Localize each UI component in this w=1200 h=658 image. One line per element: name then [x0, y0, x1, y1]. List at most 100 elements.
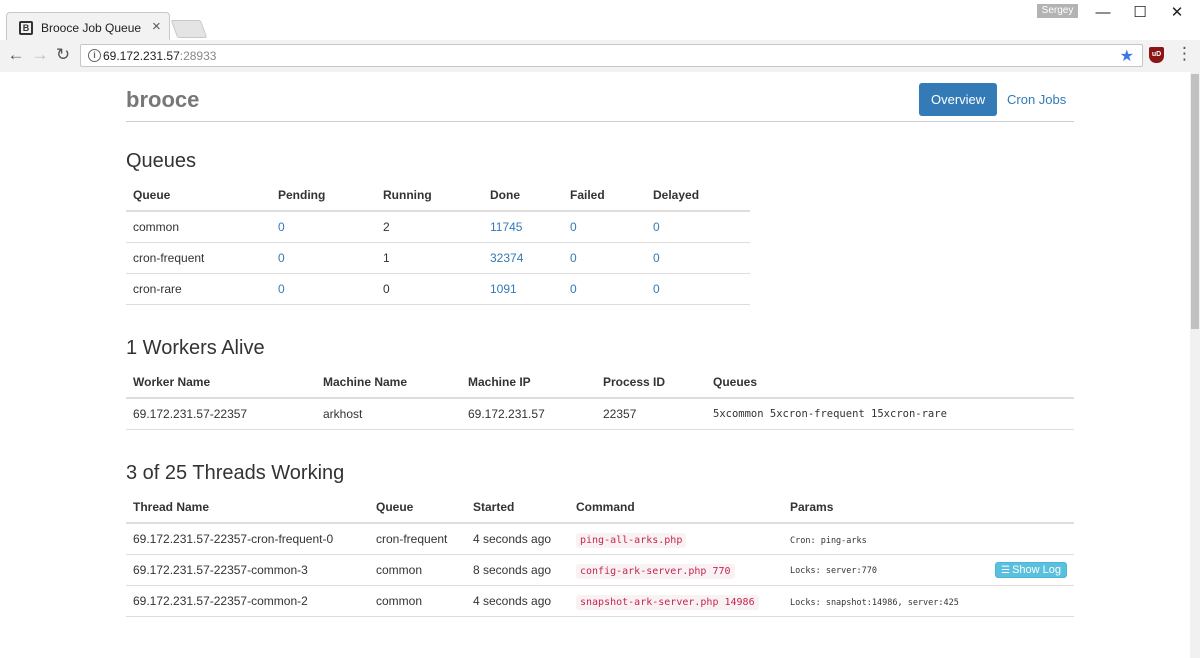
- header-divider: [126, 121, 1074, 122]
- machine-ip: 69.172.231.57: [461, 398, 596, 430]
- minimize-icon[interactable]: —: [1085, 3, 1121, 23]
- show-log-button[interactable]: ☰ Show Log: [995, 561, 1067, 578]
- table-row: 69.172.231.57-22357-cron-frequent-0 cron…: [126, 523, 1074, 555]
- thread-started: 4 seconds ago: [466, 585, 569, 617]
- column-header: Command: [569, 492, 783, 524]
- thread-command: ping-all-arks.php: [576, 532, 687, 548]
- window-close-icon[interactable]: ✕: [1159, 3, 1195, 23]
- delayed-count-link[interactable]: 0: [646, 242, 750, 274]
- url-text: 69.172.231.57:28933: [103, 49, 216, 63]
- column-header: Machine IP: [461, 367, 596, 399]
- address-bar[interactable]: i 69.172.231.57:28933 ★: [80, 44, 1143, 67]
- running-count: 2: [376, 211, 483, 243]
- failed-count-link[interactable]: 0: [563, 273, 646, 305]
- column-header: Queues: [706, 367, 1074, 399]
- browser-toolbar: ← → ↻ i 69.172.231.57:28933 ★: [0, 40, 1200, 72]
- queues-heading: Queues: [126, 150, 197, 172]
- column-header: Queue: [126, 180, 271, 212]
- failed-count-link[interactable]: 0: [563, 242, 646, 274]
- info-icon[interactable]: i: [88, 49, 101, 62]
- column-header: Process ID: [596, 367, 706, 399]
- done-count-link[interactable]: 11745: [483, 211, 563, 243]
- queue-name: cron-frequent: [126, 242, 271, 274]
- extension-shield-icon[interactable]: uD: [1149, 47, 1164, 63]
- queue-name: cron-rare: [126, 273, 271, 305]
- browser-chrome: B Brooce Job Queue × Sergey — ☐ ✕ ← → ↻ …: [0, 0, 1200, 72]
- delayed-count-link[interactable]: 0: [646, 211, 750, 243]
- new-tab-button[interactable]: [170, 20, 208, 38]
- done-count-link[interactable]: 1091: [483, 273, 563, 305]
- browser-tab[interactable]: B Brooce Job Queue ×: [6, 12, 170, 41]
- scrollbar-thumb[interactable]: [1191, 74, 1199, 329]
- column-header: Thread Name: [126, 492, 369, 524]
- thread-name: 69.172.231.57-22357-cron-frequent-0: [126, 523, 369, 555]
- table-row: 69.172.231.57-22357 arkhost 69.172.231.5…: [126, 398, 1074, 430]
- column-header: Worker Name: [126, 367, 316, 399]
- thread-params-cell: Locks: snapshot:14986, server:425: [783, 585, 1074, 617]
- forward-icon[interactable]: →: [30, 45, 50, 65]
- thread-queue: common: [369, 554, 466, 586]
- running-count: 1: [376, 242, 483, 274]
- workers-heading: 1 Workers Alive: [126, 337, 265, 359]
- bookmark-star-icon[interactable]: ★: [1120, 46, 1134, 66]
- thread-command-cell: config-ark-server.php 770: [569, 554, 783, 586]
- tab-title: Brooce Job Queue: [41, 21, 142, 35]
- reload-icon[interactable]: ↻: [53, 45, 73, 65]
- nav-overview[interactable]: Overview: [919, 83, 998, 116]
- thread-name: 69.172.231.57-22357-common-3: [126, 554, 369, 586]
- thread-command: config-ark-server.php 770: [576, 563, 735, 579]
- url-host: 69.172.231.57: [103, 49, 180, 63]
- thread-name: 69.172.231.57-22357-common-2: [126, 585, 369, 617]
- tab-strip: B Brooce Job Queue × Sergey — ☐ ✕: [0, 0, 1200, 41]
- running-count: 0: [376, 273, 483, 305]
- process-id: 22357: [596, 398, 706, 430]
- thread-params: Locks: server:770: [790, 565, 877, 576]
- thread-command: snapshot-ark-server.php 14986: [576, 594, 759, 610]
- workers-table: Worker Name Machine Name Machine IP Proc…: [126, 367, 1074, 430]
- column-header: Delayed: [646, 180, 750, 212]
- pending-count-link[interactable]: 0: [271, 242, 376, 274]
- thread-params: Cron: ping-arks: [790, 535, 867, 546]
- delayed-count-link[interactable]: 0: [646, 273, 750, 305]
- table-header-row: Worker Name Machine Name Machine IP Proc…: [126, 367, 1074, 399]
- machine-name: arkhost: [316, 398, 461, 430]
- thread-params-cell: Cron: ping-arks: [783, 523, 1074, 555]
- table-header-row: Queue Pending Running Done Failed Delaye…: [126, 180, 750, 212]
- done-count-link[interactable]: 32374: [483, 242, 563, 274]
- failed-count-link[interactable]: 0: [563, 211, 646, 243]
- profile-button[interactable]: Sergey: [1037, 4, 1078, 18]
- thread-params: Locks: snapshot:14986, server:425: [790, 597, 959, 608]
- nav-cron-jobs[interactable]: Cron Jobs: [995, 83, 1078, 116]
- favicon-icon: B: [19, 21, 33, 35]
- column-header: Done: [483, 180, 563, 212]
- table-row: 69.172.231.57-22357-common-2 common 4 se…: [126, 585, 1074, 617]
- table-header-row: Thread Name Queue Started Command Params: [126, 492, 1074, 524]
- thread-queue: cron-frequent: [369, 523, 466, 555]
- back-icon[interactable]: ←: [6, 45, 26, 65]
- page-viewport: brooce Overview Cron Jobs Queues Queue P…: [0, 72, 1190, 658]
- list-icon: ☰: [1001, 564, 1011, 576]
- column-header: Running: [376, 180, 483, 212]
- show-log-label: Show Log: [1012, 563, 1061, 576]
- page-scrollbar[interactable]: [1190, 72, 1200, 658]
- threads-table: Thread Name Queue Started Command Params…: [126, 492, 1074, 617]
- pending-count-link[interactable]: 0: [271, 273, 376, 305]
- browser-menu-icon[interactable]: ⋮: [1176, 44, 1193, 64]
- worker-queues: 5xcommon 5xcron-frequent 15xcron-rare: [706, 398, 1074, 430]
- brand-title[interactable]: brooce: [126, 87, 199, 113]
- column-header: Queue: [369, 492, 466, 524]
- thread-queue: common: [369, 585, 466, 617]
- column-header: Machine Name: [316, 367, 461, 399]
- thread-params-cell: Locks: server:770 ☰ Show Log: [783, 554, 1074, 586]
- table-row: common 0 2 11745 0 0: [126, 211, 750, 243]
- url-port: :28933: [179, 49, 217, 63]
- maximize-icon[interactable]: ☐: [1122, 3, 1158, 23]
- column-header: Pending: [271, 180, 376, 212]
- table-row: cron-frequent 0 1 32374 0 0: [126, 242, 750, 274]
- pending-count-link[interactable]: 0: [271, 211, 376, 243]
- thread-started: 8 seconds ago: [466, 554, 569, 586]
- close-tab-icon[interactable]: ×: [152, 18, 161, 35]
- column-header: Started: [466, 492, 569, 524]
- thread-started: 4 seconds ago: [466, 523, 569, 555]
- thread-command-cell: ping-all-arks.php: [569, 523, 783, 555]
